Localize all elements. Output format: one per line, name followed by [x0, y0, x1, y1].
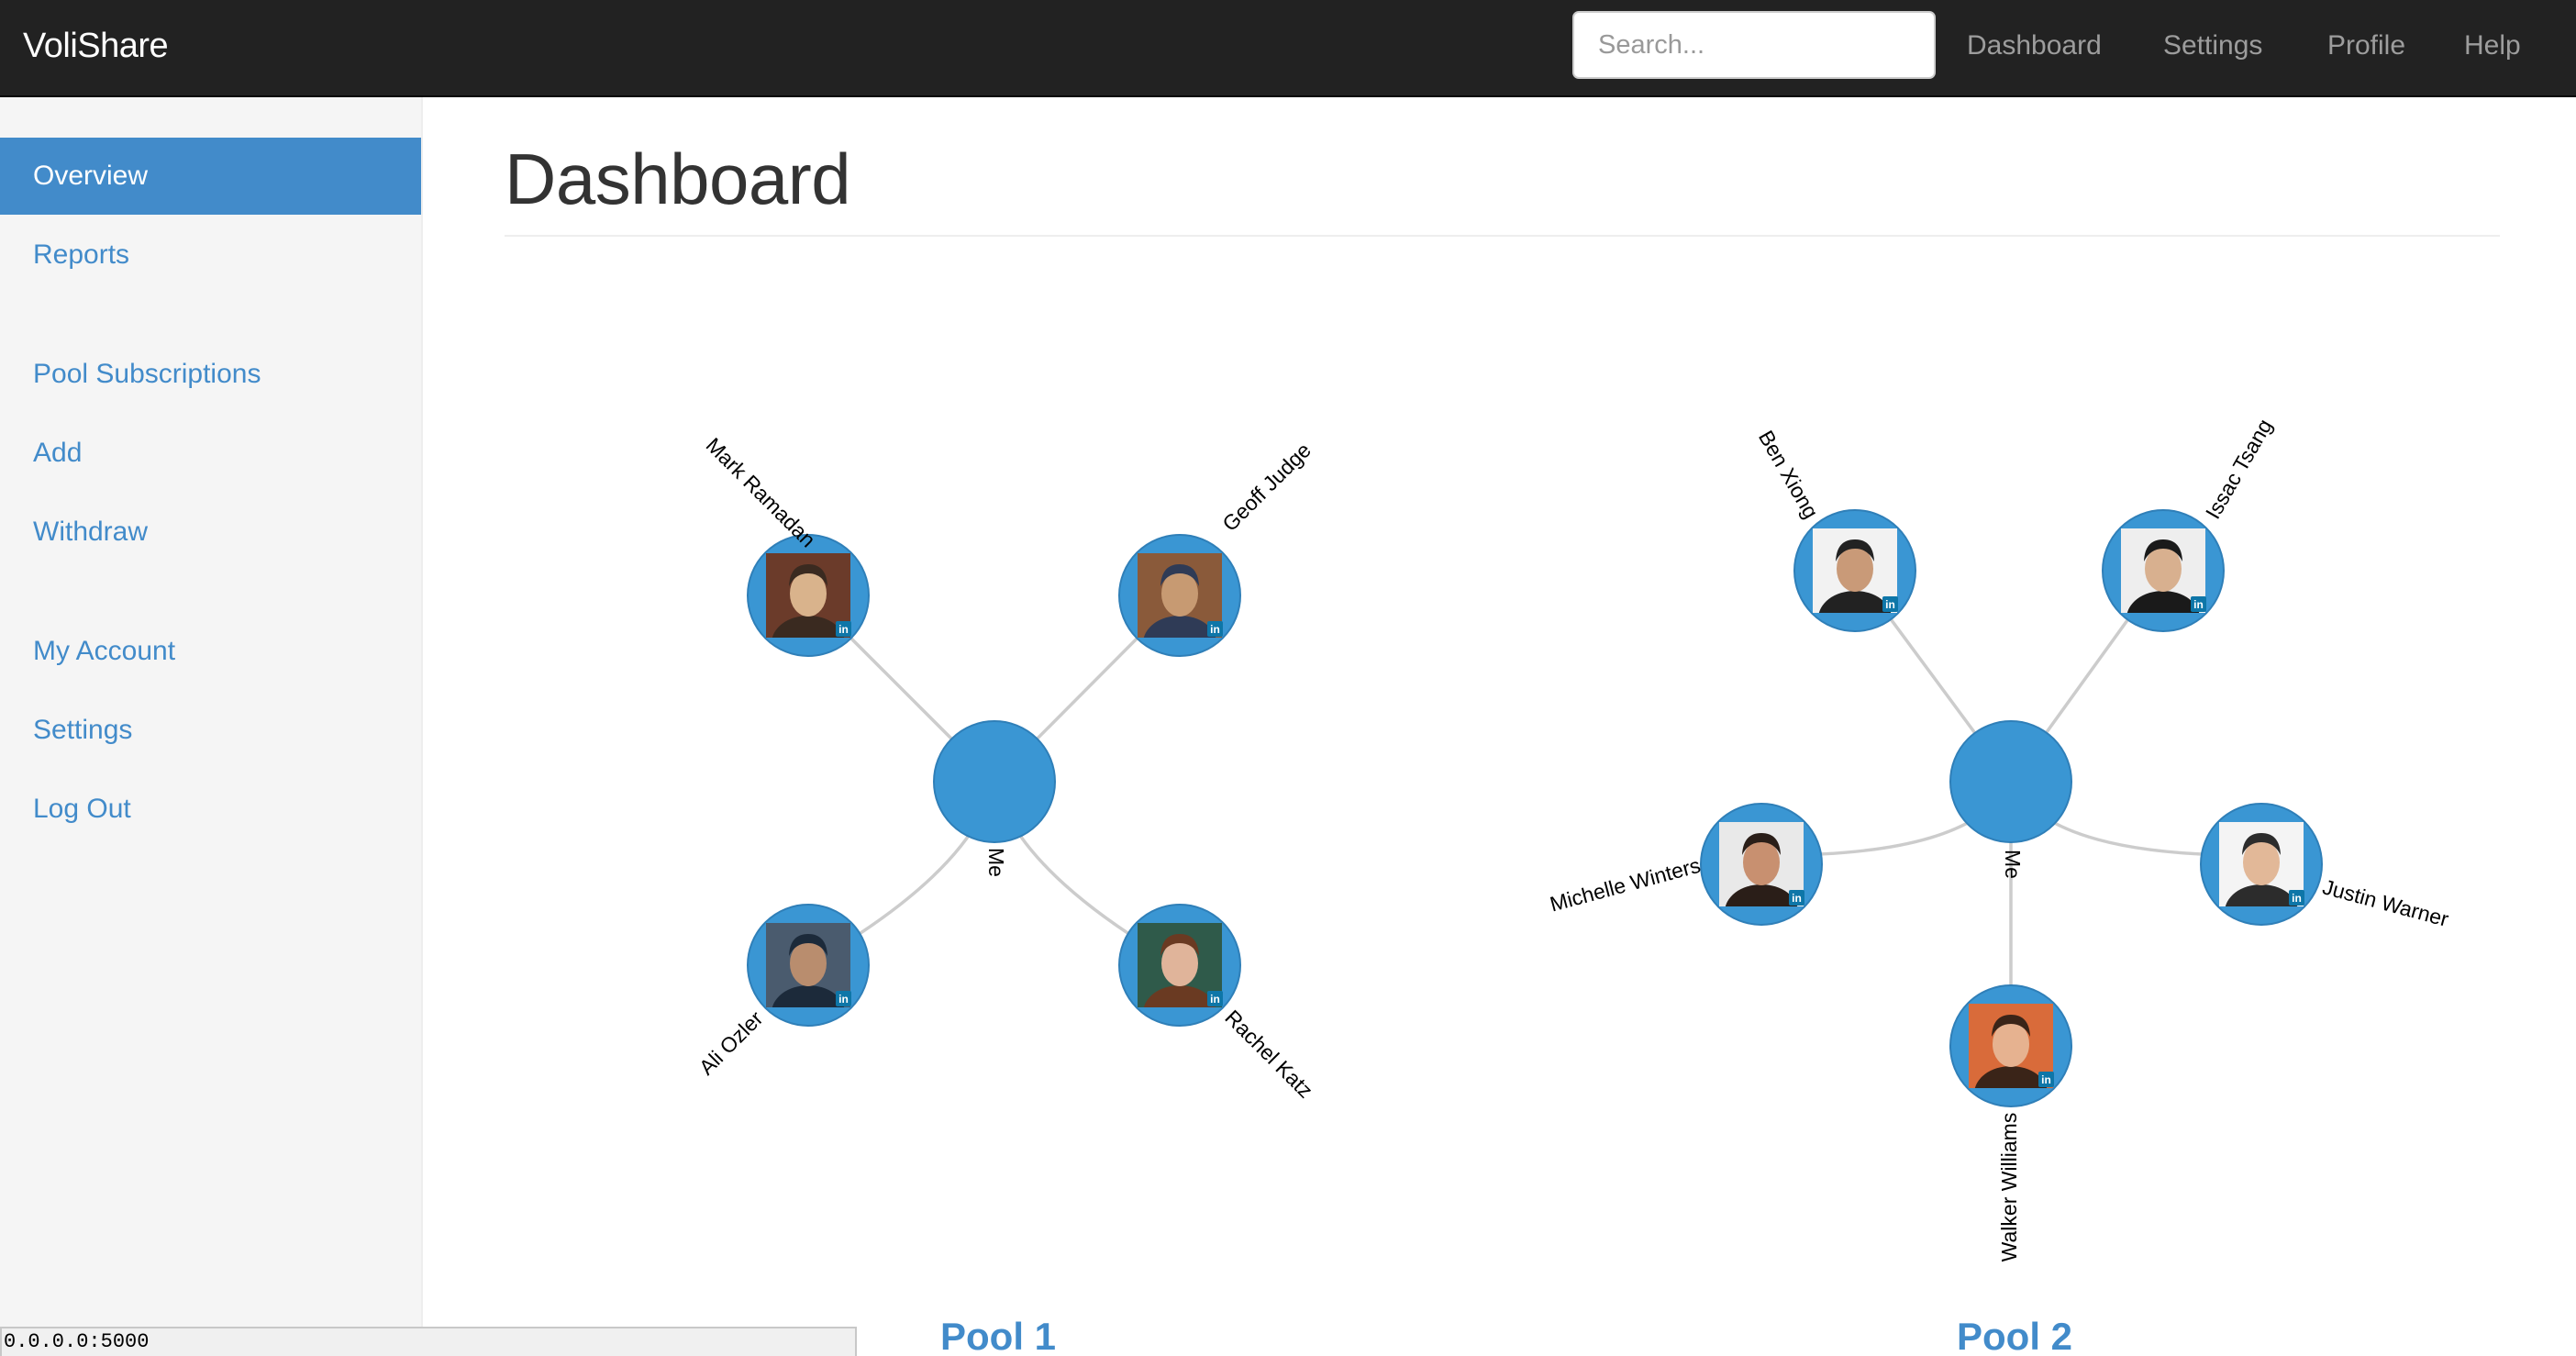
- linkedin-icon-glyph: in: [1792, 892, 1802, 905]
- linkedin-icon-glyph: in: [1885, 598, 1895, 611]
- member-node-justin-warner[interactable]: in: [2200, 803, 2323, 939]
- browser-status-bar: 0.0.0.0:5000: [0, 1327, 857, 1356]
- linkedin-icon-glyph: in: [838, 993, 849, 1006]
- member-node-mark-ramadan[interactable]: in: [747, 534, 870, 671]
- linkedin-icon: in: [836, 621, 851, 637]
- pool-1-label[interactable]: Pool 1: [940, 1314, 1056, 1356]
- member-name-label: Geoff Judge: [1217, 438, 1316, 536]
- linkedin-icon: in: [1789, 890, 1804, 906]
- me-node[interactable]: [933, 720, 1056, 843]
- member-node-geoff-judge[interactable]: in: [1118, 534, 1241, 671]
- linkedin-icon: in: [2191, 596, 2206, 612]
- linkedin-icon-glyph: in: [1210, 993, 1220, 1006]
- linkedin-icon-glyph: in: [2193, 598, 2204, 611]
- pool-network-graphs: Me in Mark Ramadan in Geoff Judge in Ali Ozler…: [694, 415, 2452, 1262]
- member-name-label: Rachel Katz: [1220, 1006, 1317, 1103]
- pool-2-label[interactable]: Pool 2: [1957, 1314, 2072, 1356]
- linkedin-icon: in: [1882, 596, 1898, 612]
- linkedin-icon-glyph: in: [2041, 1073, 2051, 1086]
- linkedin-icon: in: [1207, 621, 1223, 637]
- linkedin-icon-glyph: in: [2292, 892, 2302, 905]
- member-name-label: Ben Xiong: [1754, 427, 1824, 523]
- pool-1-graph: Me in Mark Ramadan in Geoff Judge in Ali Ozler…: [694, 433, 1318, 1103]
- me-node-label: Me: [2001, 850, 2025, 879]
- linkedin-icon: in: [2289, 890, 2304, 906]
- member-node-michelle-winters[interactable]: in: [1700, 803, 1823, 939]
- member-name-label: Issac Tsang: [2201, 415, 2277, 523]
- pool-2-graph: Me in Ben Xiong in Issac Tsang in Michelle Win…: [1548, 415, 2452, 1262]
- me-node-label: Me: [984, 848, 1008, 877]
- linkedin-icon: in: [836, 991, 851, 1006]
- linkedin-icon-glyph: in: [1210, 623, 1220, 636]
- linkedin-icon-glyph: in: [838, 623, 849, 636]
- member-name-label: Mark Ramadan: [702, 433, 821, 552]
- me-node[interactable]: [1949, 720, 2072, 843]
- member-name-label: Justin Warner: [2320, 874, 2451, 931]
- linkedin-icon: in: [1207, 991, 1223, 1006]
- member-node-issac-tsang[interactable]: in: [2102, 509, 2225, 646]
- member-node-ali-ozler[interactable]: in: [747, 904, 870, 1040]
- member-node-walker-williams[interactable]: in: [1949, 984, 2072, 1121]
- linkedin-icon: in: [2038, 1072, 2054, 1087]
- member-name-label: Walker Williams: [1997, 1113, 2021, 1262]
- member-name-label: Ali Ozler: [694, 1006, 768, 1079]
- member-name-label: Michelle Winters: [1548, 853, 1704, 917]
